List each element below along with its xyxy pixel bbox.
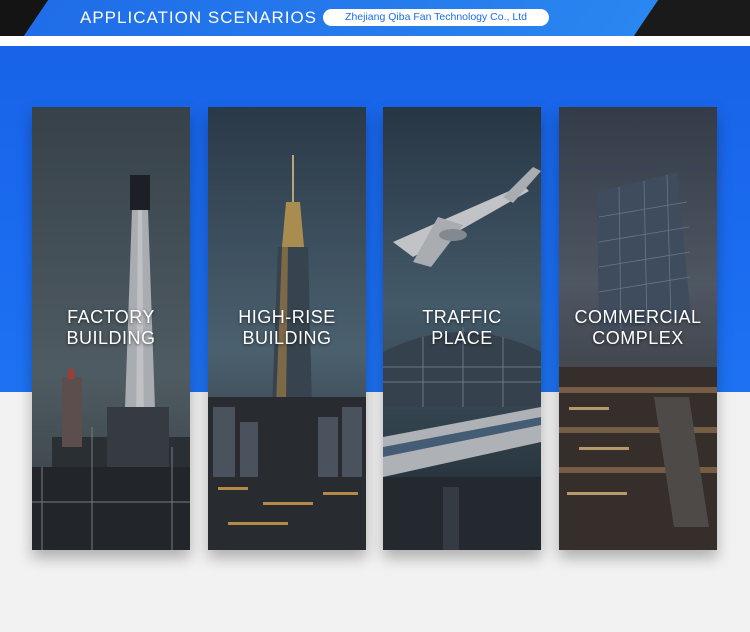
scenario-label: HIGH-RISE BUILDING	[208, 307, 366, 349]
scenario-label-line2: BUILDING	[242, 328, 332, 348]
header-divider	[0, 36, 750, 46]
scenario-label-line2: PLACE	[431, 328, 493, 348]
scenario-label: FACTORY BUILDING	[32, 307, 190, 349]
scenario-label-line1: FACTORY	[67, 307, 155, 327]
scenario-label-line1: COMMERCIAL	[574, 307, 702, 327]
scenario-card-commercial-complex[interactable]: COMMERCIAL COMPLEX	[559, 107, 717, 550]
scenario-card-high-rise-building[interactable]: HIGH-RISE BUILDING	[208, 107, 366, 550]
scenario-label: TRAFFIC PLACE	[383, 307, 541, 349]
scenario-label: COMMERCIAL COMPLEX	[559, 307, 717, 349]
scenario-card-factory-building[interactable]: FACTORY BUILDING	[32, 107, 190, 550]
scenario-card-traffic-place[interactable]: TRAFFIC PLACE	[383, 107, 541, 550]
company-name-badge: Zhejiang Qiba Fan Technology Co., Ltd	[323, 9, 549, 26]
scenario-label-line2: COMPLEX	[592, 328, 684, 348]
scenario-label-line2: BUILDING	[66, 328, 156, 348]
scenario-label-line1: HIGH-RISE	[238, 307, 336, 327]
scenario-label-line1: TRAFFIC	[422, 307, 502, 327]
page-title: APPLICATION SCENARIOS	[80, 8, 318, 27]
